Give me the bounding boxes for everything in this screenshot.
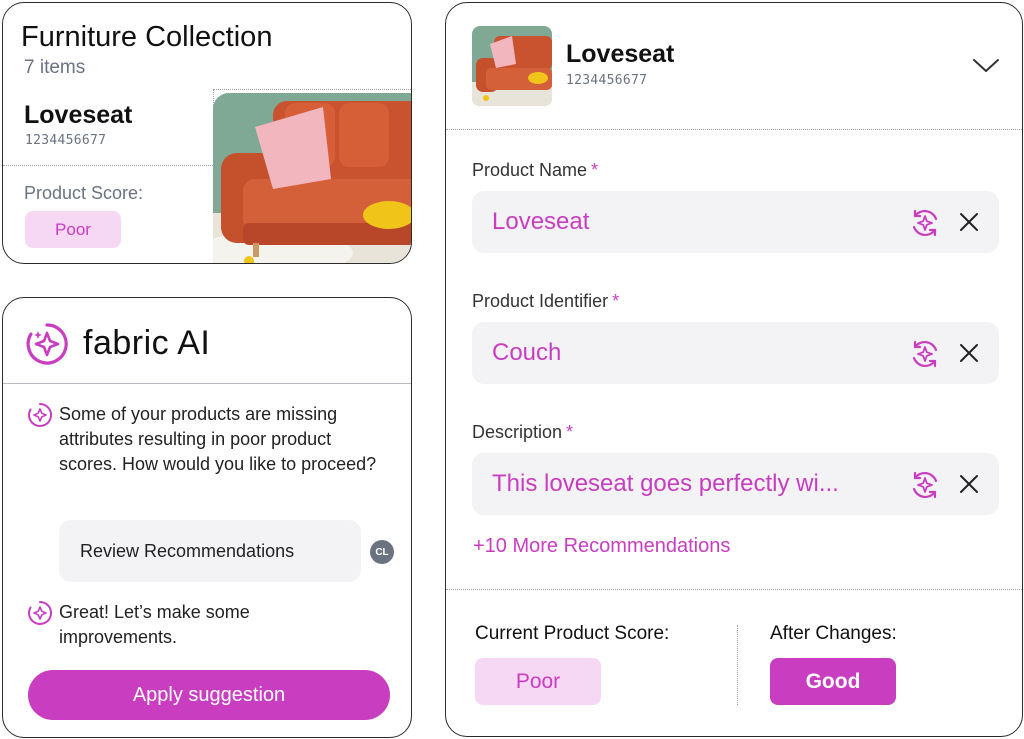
divider bbox=[446, 589, 1022, 590]
apply-suggestion-button[interactable]: Apply suggestion bbox=[28, 670, 390, 720]
avatar: CL bbox=[370, 540, 394, 564]
user-reply-text: Review Recommendations bbox=[80, 540, 295, 561]
product-editor-card: Loveseat 1234456677 Product Name * Lovese… bbox=[445, 2, 1023, 737]
product-score-badge: Poor bbox=[25, 211, 121, 248]
fabric-ai-logo-icon bbox=[26, 323, 68, 365]
product-identifier-label: Product Identifier * bbox=[472, 291, 619, 312]
product-identifier-field[interactable]: Couch bbox=[472, 322, 999, 384]
product-name: Loveseat bbox=[24, 101, 133, 129]
product-score-label: Product Score: bbox=[24, 183, 144, 203]
fabric-ai-panel: fabric AI Some of your products are miss… bbox=[2, 297, 412, 738]
field-label-text: Description bbox=[472, 422, 563, 442]
ai-message: Great! Let’s make some improvements. bbox=[59, 602, 250, 647]
collection-card[interactable]: Furniture Collection 7 items Loveseat 12… bbox=[2, 2, 412, 264]
chevron-down-icon[interactable] bbox=[972, 57, 1000, 75]
field-label-text: Product Identifier bbox=[472, 291, 609, 311]
collection-item-count: 7 items bbox=[24, 57, 86, 78]
ai-message: Some of your products are missing attrib… bbox=[59, 404, 377, 474]
divider bbox=[737, 625, 738, 705]
fabric-ai-avatar-icon bbox=[28, 403, 52, 427]
description-value: This loveseat goes perfectly wi... bbox=[492, 470, 839, 497]
description-label: Description * bbox=[472, 422, 573, 443]
current-score-badge: Poor bbox=[475, 658, 601, 705]
ai-regenerate-icon[interactable] bbox=[909, 469, 941, 501]
user-reply-bubble: Review Recommendations bbox=[59, 520, 361, 582]
product-name-label: Product Name * bbox=[472, 160, 598, 181]
required-marker: * bbox=[591, 160, 599, 180]
after-changes-label: After Changes: bbox=[770, 623, 897, 644]
after-score-badge: Good bbox=[770, 658, 896, 705]
product-name: Loveseat bbox=[566, 40, 675, 68]
description-field[interactable]: This loveseat goes perfectly wi... bbox=[472, 453, 999, 515]
field-label-text: Product Name bbox=[472, 160, 588, 180]
ai-regenerate-icon[interactable] bbox=[909, 207, 941, 239]
product-name-value: Loveseat bbox=[492, 208, 590, 235]
close-icon[interactable] bbox=[958, 211, 980, 233]
fabric-ai-avatar-icon bbox=[28, 601, 52, 625]
close-icon[interactable] bbox=[958, 342, 980, 364]
product-identifier-value: Couch bbox=[492, 339, 562, 366]
divider bbox=[3, 165, 213, 166]
product-id: 1234456677 bbox=[566, 73, 648, 88]
divider bbox=[213, 89, 411, 90]
ai-regenerate-icon[interactable] bbox=[909, 338, 941, 370]
ai-panel-title: fabric AI bbox=[83, 324, 211, 362]
required-marker: * bbox=[566, 422, 574, 442]
divider bbox=[446, 129, 1022, 130]
required-marker: * bbox=[612, 291, 620, 311]
product-name-field[interactable]: Loveseat bbox=[472, 191, 999, 253]
close-icon[interactable] bbox=[958, 473, 980, 495]
ai-panel-header: fabric AI bbox=[3, 298, 411, 384]
collection-title: Furniture Collection bbox=[21, 21, 273, 53]
product-thumbnail bbox=[472, 26, 552, 106]
current-score-label: Current Product Score: bbox=[475, 623, 670, 644]
loveseat-product-image bbox=[213, 93, 411, 263]
product-id: 1234456677 bbox=[25, 133, 107, 148]
more-recommendations-link[interactable]: +10 More Recommendations bbox=[473, 535, 730, 558]
